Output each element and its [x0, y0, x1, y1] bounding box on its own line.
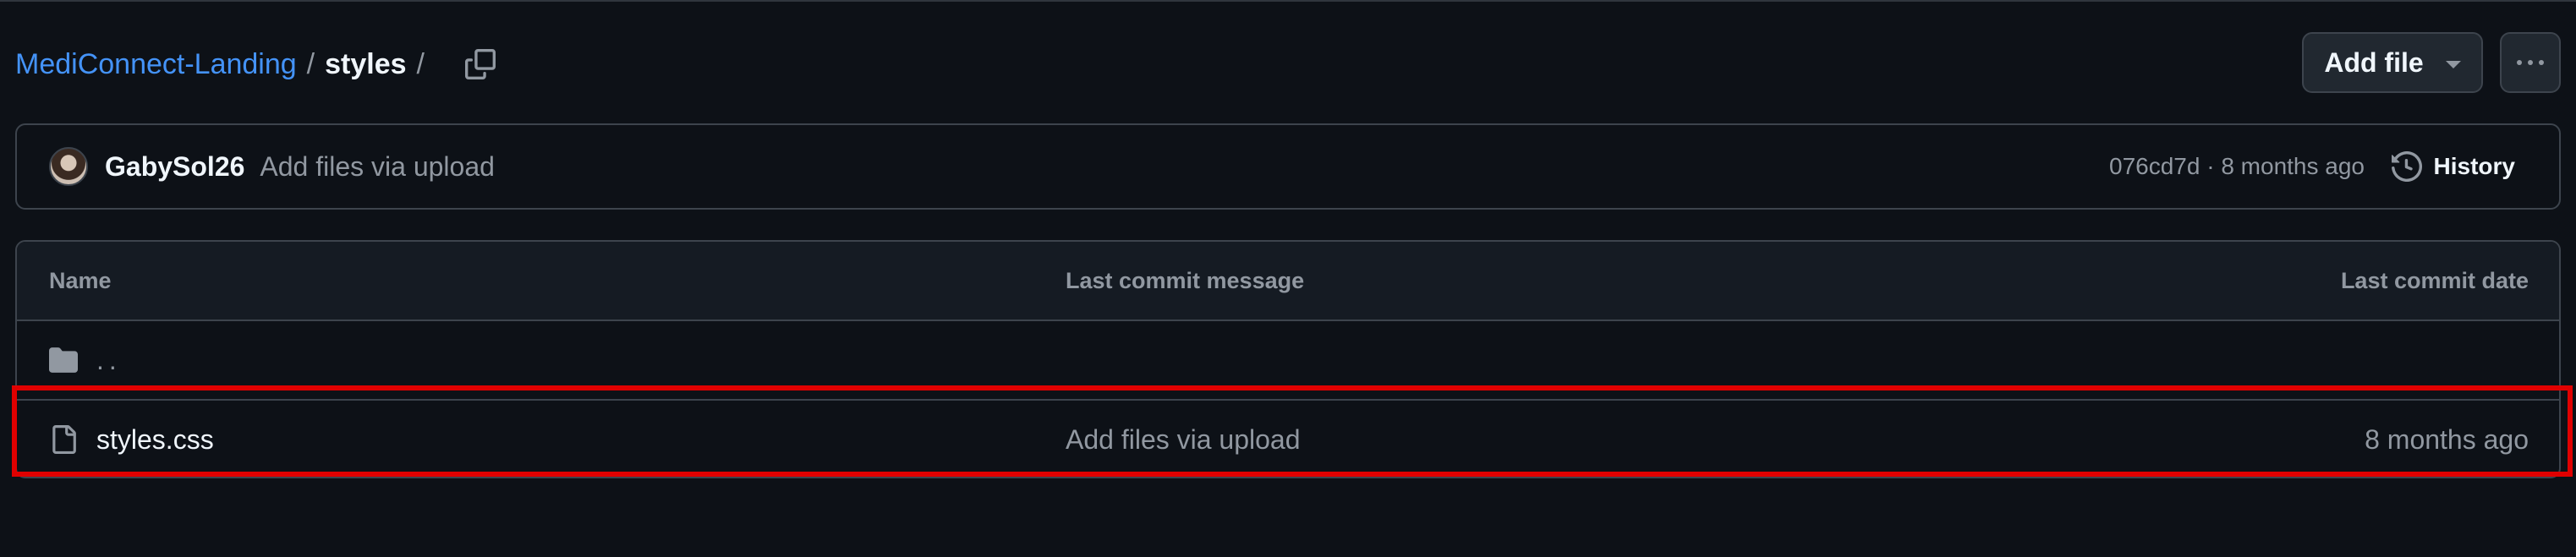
table-row-parent-directory[interactable]: .. [17, 321, 2559, 399]
breadcrumb: MediConnect-Landing / styles / [15, 44, 502, 85]
history-icon [2391, 151, 2422, 182]
add-file-label: Add file [2324, 46, 2424, 78]
parent-directory-cell: .. [49, 321, 122, 399]
latest-commit-bar: GabySol26 Add files via upload 076cd7d ·… [15, 123, 2561, 210]
breadcrumb-current-folder: styles [325, 48, 407, 80]
more-options-button[interactable] [2500, 32, 2561, 93]
kebab-horizontal-icon [2517, 60, 2522, 65]
add-file-button[interactable]: Add file [2302, 32, 2483, 93]
commit-sha-link[interactable]: 076cd7d [2109, 153, 2200, 179]
file-icon [52, 425, 76, 454]
commit-meta-separator: · [2206, 153, 2215, 179]
top-divider [0, 0, 2576, 2]
file-commit-message-link[interactable]: Add files via upload [1066, 401, 1301, 477]
history-label: History [2433, 153, 2515, 179]
kebab-dot [2539, 60, 2544, 65]
file-table-header: Name Last commit message Last commit dat… [17, 242, 2559, 321]
breadcrumb-repo-link[interactable]: MediConnect-Landing [15, 44, 297, 85]
triangle-down-icon [2445, 60, 2461, 68]
copy-icon [464, 49, 496, 79]
table-row[interactable]: styles.css Add files via upload 8 months… [17, 399, 2559, 477]
column-header-last-commit-message: Last commit message [1066, 268, 1305, 293]
file-commit-date: 8 months ago [2365, 424, 2529, 455]
breadcrumb-trailing-separator: / [416, 48, 425, 80]
commit-message-link[interactable]: Add files via upload [260, 151, 495, 183]
kebab-dot [2528, 60, 2533, 65]
parent-directory-link[interactable]: .. [96, 321, 122, 399]
avatar[interactable] [49, 147, 88, 186]
file-name-cell: styles.css [49, 401, 214, 477]
folder-icon [49, 347, 78, 373]
breadcrumb-separator: / [306, 48, 315, 80]
column-header-last-commit-date: Last commit date [2340, 268, 2529, 293]
history-button[interactable]: History [2391, 151, 2515, 182]
file-name-link[interactable]: styles.css [96, 401, 214, 477]
copy-path-button[interactable] [458, 42, 502, 86]
file-table: Name Last commit message Last commit dat… [15, 240, 2561, 478]
column-header-name: Name [49, 268, 112, 293]
commit-author-link[interactable]: GabySol26 [105, 151, 244, 183]
commit-meta: 076cd7d · 8 months ago [2109, 153, 2365, 180]
commit-time: 8 months ago [2221, 153, 2365, 179]
